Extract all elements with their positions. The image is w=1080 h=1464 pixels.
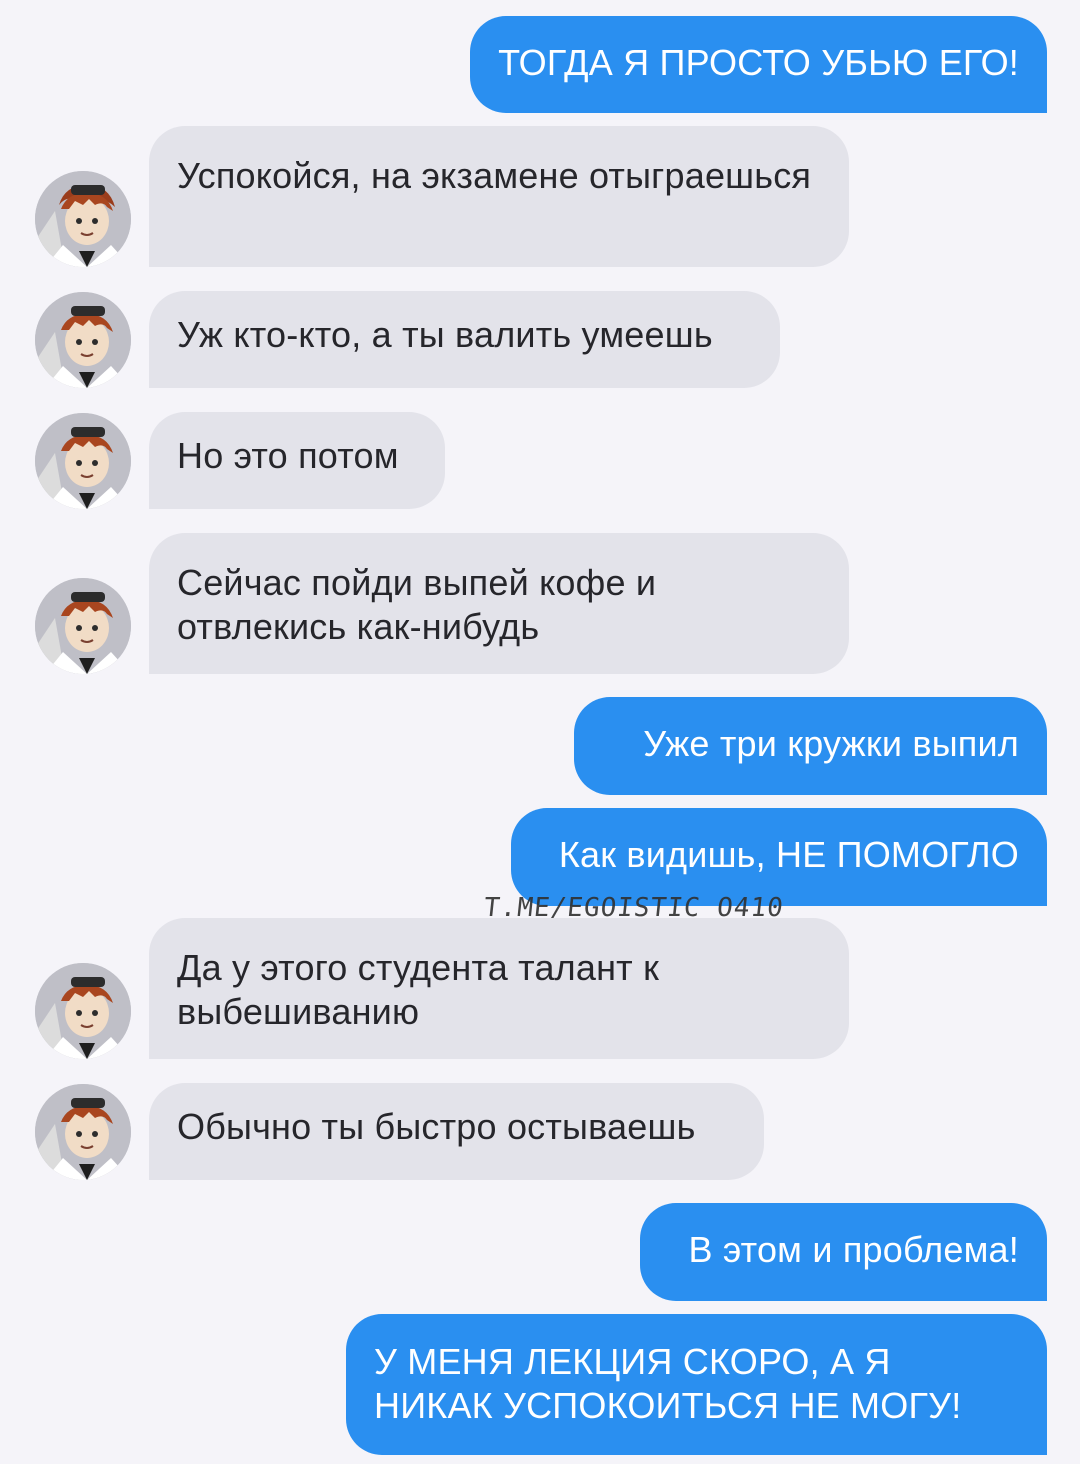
- chat-thread: ТОГДА Я ПРОСТО УБЬЮ ЕГО! Успокойся, на э…: [0, 0, 1080, 1464]
- message-text: Уже три кружки выпил: [643, 723, 1019, 764]
- message-text: Успокойся, на экзамене отыграешься: [177, 155, 812, 196]
- avatar[interactable]: [35, 1084, 131, 1180]
- message-text: Обычно ты быстро остываешь: [177, 1106, 696, 1147]
- avatar[interactable]: [35, 171, 131, 267]
- outgoing-message[interactable]: В этом и проблема!: [640, 1203, 1047, 1301]
- avatar-image: [35, 963, 131, 1059]
- message-text: Как видишь, НЕ ПОМОГЛО: [558, 834, 1019, 875]
- incoming-message[interactable]: Сейчас пойди выпей кофе и отвлекись как-…: [149, 533, 849, 674]
- avatar-image: [35, 413, 131, 509]
- incoming-message[interactable]: Успокойся, на экзамене отыграешься: [149, 126, 849, 267]
- avatar[interactable]: [35, 578, 131, 674]
- message-text: ТОГДА Я ПРОСТО УБЬЮ ЕГО!: [498, 42, 1019, 83]
- incoming-message[interactable]: Да у этого студента талант к выбешиванию: [149, 918, 849, 1059]
- message-text: Но это потом: [177, 435, 399, 476]
- incoming-message[interactable]: Обычно ты быстро остываешь: [149, 1083, 764, 1180]
- outgoing-message[interactable]: ТОГДА Я ПРОСТО УБЬЮ ЕГО!: [470, 16, 1047, 113]
- message-text: Да у этого студента талант к выбешиванию: [177, 947, 660, 1032]
- message-text: Уж кто-кто, а ты валить умеешь: [177, 314, 713, 355]
- outgoing-message[interactable]: У МЕНЯ ЛЕКЦИЯ СКОРО, А Я НИКАК УСПОКОИТЬ…: [346, 1314, 1047, 1455]
- message-text: У МЕНЯ ЛЕКЦИЯ СКОРО, А Я НИКАК УСПОКОИТЬ…: [374, 1341, 962, 1426]
- avatar-image: [35, 171, 131, 267]
- avatar-image: [35, 578, 131, 674]
- avatar-image: [35, 292, 131, 388]
- avatar[interactable]: [35, 963, 131, 1059]
- avatar[interactable]: [35, 413, 131, 509]
- incoming-message[interactable]: Уж кто-кто, а ты валить умеешь: [149, 291, 780, 388]
- message-text: В этом и проблема!: [688, 1229, 1019, 1270]
- message-text: Сейчас пойди выпей кофе и отвлекись как-…: [177, 562, 657, 647]
- incoming-message[interactable]: Но это потом: [149, 412, 445, 509]
- outgoing-message[interactable]: Уже три кружки выпил: [574, 697, 1047, 795]
- outgoing-message[interactable]: Как видишь, НЕ ПОМОГЛО: [511, 808, 1047, 906]
- avatar[interactable]: [35, 292, 131, 388]
- avatar-image: [35, 1084, 131, 1180]
